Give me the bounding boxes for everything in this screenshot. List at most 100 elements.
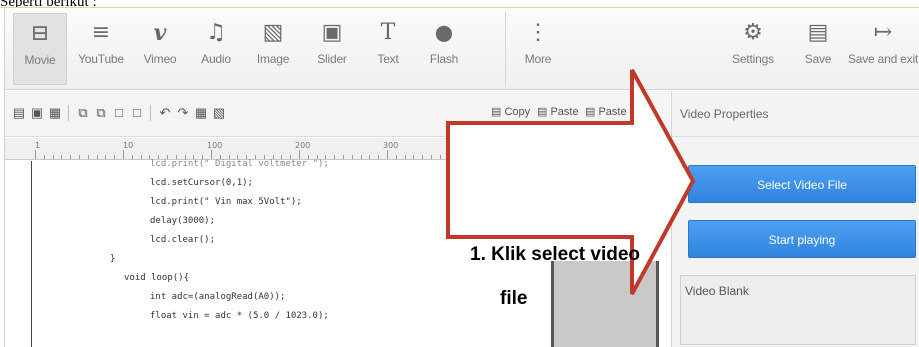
paste-button[interactable]: ▤ Paste: [537, 105, 579, 118]
ruler-tick: [105, 155, 107, 159]
ruler-tick: [633, 155, 635, 159]
video-placeholder[interactable]: [551, 261, 659, 347]
align-center-icon[interactable]: ▣: [29, 105, 45, 121]
ruler-tick: [448, 155, 450, 159]
code-line: int adc=(analogRead(A0));: [150, 292, 286, 302]
code-line: lcd.print(" Vin max 5Volt");: [150, 197, 302, 207]
select-video-file-button[interactable]: Select Video File: [688, 165, 916, 203]
toolbar-image-label: Image: [256, 52, 290, 66]
paste-label: Paste: [550, 106, 579, 118]
ruler-tick: [536, 155, 538, 159]
ruler-tick: [659, 155, 661, 159]
toolbar-settings-button[interactable]: ⚙ Settings: [723, 13, 783, 85]
ruler-tick: [404, 155, 406, 159]
toolbar-image-button[interactable]: ▧ Image: [247, 13, 299, 85]
annotation-line-1: 1. Klik select video: [470, 244, 641, 265]
code-line: void loop(){: [124, 273, 190, 283]
ruler-mark: 200: [295, 141, 311, 150]
ruler-tick: [114, 155, 116, 159]
bring-forward-icon[interactable]: ⧉: [75, 105, 91, 121]
ruler-tick: [395, 155, 397, 159]
toolbar-settings-label: Settings: [732, 52, 774, 66]
ruler-tick: [519, 155, 520, 159]
send-to-back-icon[interactable]: □: [129, 105, 145, 121]
send-backward-icon[interactable]: ⧉: [93, 105, 109, 121]
paste-special-label: Paste: [598, 106, 627, 118]
toolbar-youtube-label: YouTube: [78, 52, 124, 66]
copy-icon: ▤: [491, 106, 505, 118]
edit-toolbar: ▤ ▣ ▦ ⧉ ⧉ □ □ ↶ ↷ ▦ ▧ ▤ Copy ▤ Paste ▤ P…: [5, 91, 670, 137]
toolbar-flash-button[interactable]: ⬤ Flash: [419, 13, 469, 85]
ruler-tick: [61, 155, 63, 159]
annotation-line-2: file: [500, 288, 528, 309]
undo-icon[interactable]: ↶: [157, 105, 173, 121]
ruler-tick: [439, 155, 441, 159]
ruler-tick: [545, 155, 547, 159]
grid-icon[interactable]: ▦: [193, 105, 209, 121]
ruler-mark: 100: [207, 141, 223, 150]
ruler-tick: [131, 155, 133, 159]
toolbar-save-exit-button[interactable]: ↦ Save and exit: [847, 13, 919, 85]
ruler-tick: [492, 155, 494, 159]
ruler-tick: [413, 155, 415, 159]
code-line: lcd.print(" Digital voltmeter ");: [150, 159, 329, 169]
code-line: lcd.clear();: [150, 235, 216, 245]
code-line: lcd.setCursor(0,1);: [150, 178, 253, 188]
toolbar-youtube-button[interactable]: ≡ YouTube: [73, 13, 129, 85]
copy-button[interactable]: ▤ Copy: [491, 105, 530, 118]
more-icon: ⋮: [527, 20, 549, 45]
ruler-mark: 10: [123, 141, 134, 150]
ruler-tick: [607, 155, 608, 159]
slider-icon: ▣: [321, 20, 343, 45]
toolbar-movie-button[interactable]: ⊟ Movie: [13, 13, 67, 85]
align-left-icon[interactable]: ▤: [11, 105, 27, 121]
toolbar-audio-button[interactable]: ♫ Audio: [191, 13, 241, 85]
toolbar-audio-label: Audio: [201, 52, 231, 66]
toolbar-text-button[interactable]: T Text: [363, 13, 413, 85]
ruler-tick: [378, 155, 380, 159]
redo-icon[interactable]: ↷: [175, 105, 191, 121]
text-icon: T: [380, 20, 396, 45]
start-playing-button[interactable]: Start playing: [688, 220, 916, 258]
ruler-mark: 1: [35, 141, 41, 150]
toolbar-slider-button[interactable]: ▣ Slider: [307, 13, 357, 85]
toolbar-divider: [505, 12, 506, 86]
ruler-tick: [475, 150, 476, 159]
youtube-icon: ≡: [91, 20, 111, 45]
toolbar-vimeo-button[interactable]: v Vimeo: [135, 13, 185, 85]
ruler-tick: [422, 155, 424, 159]
properties-title: Video Properties: [672, 91, 919, 137]
toolbar-flash-label: Flash: [429, 52, 459, 66]
ruler-tick: [642, 155, 644, 159]
ruler-tick: [554, 155, 556, 159]
ruler-tick: [466, 155, 468, 159]
ruler-tick: [211, 150, 212, 159]
save-icon: ▤: [807, 20, 829, 45]
toolbar-more-label: More: [524, 52, 552, 66]
ruler-tick: [52, 155, 54, 159]
toolbar-more-button[interactable]: ⋮ More: [513, 13, 563, 85]
ruler-tick: [387, 150, 388, 159]
ruler-tick: [571, 155, 573, 159]
paste-special-button[interactable]: ▤ Paste: [585, 105, 627, 118]
ruler-tick: [43, 155, 45, 159]
edit-toolbar-divider: [68, 105, 69, 121]
ruler-tick: [651, 150, 652, 159]
toolbar-save-button[interactable]: ▤ Save: [793, 13, 843, 85]
ruler-tick: [598, 155, 600, 159]
paste-special-icon: ▤: [585, 106, 599, 118]
delete-icon[interactable]: ▧: [211, 105, 227, 121]
edit-toolbar-divider: [150, 105, 151, 121]
ruler-tick: [123, 150, 124, 159]
copy-label: Copy: [504, 106, 531, 118]
ruler-tick: [140, 155, 142, 159]
ruler-tick: [580, 155, 582, 159]
ruler-tick: [457, 155, 459, 159]
ruler-tick: [87, 155, 89, 159]
ruler-tick: [431, 155, 432, 159]
ruler-tick: [343, 155, 344, 159]
code-line: delay(3000);: [150, 216, 216, 226]
align-right-icon[interactable]: ▦: [47, 105, 63, 121]
bring-to-front-icon[interactable]: □: [111, 105, 127, 121]
ruler-tick: [668, 155, 670, 159]
